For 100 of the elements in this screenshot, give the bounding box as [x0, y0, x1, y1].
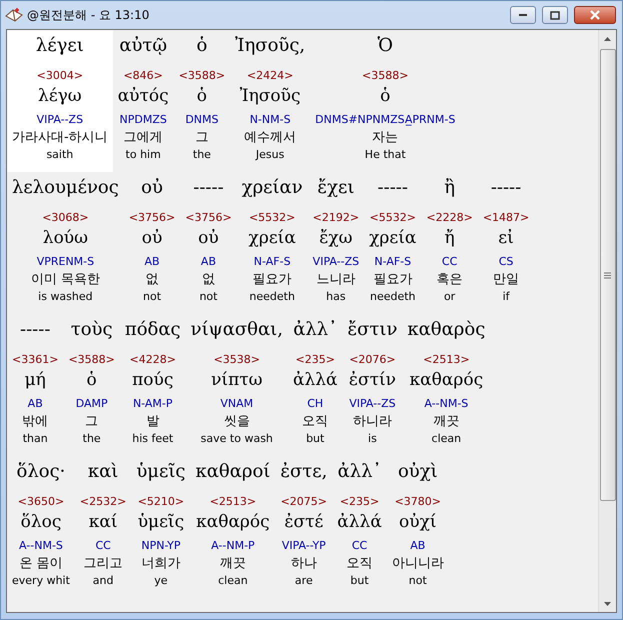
word-block[interactable]: ὅλος· <3650> ὅλος A--NM-S 온 몸이 every whit [7, 456, 75, 598]
english-gloss: but [306, 431, 324, 447]
korean-gloss: 오직 [346, 555, 373, 573]
greek-word: Ἰησοῦς, [235, 34, 306, 58]
strongs-number: <3588> [362, 68, 408, 83]
english-gloss: Jesus [256, 147, 284, 163]
english-gloss: save to wash [200, 431, 273, 447]
word-block[interactable]: ἀλλ᾽ <235> ἀλλά CH 오직 but [288, 314, 342, 456]
word-block[interactable]: Ὁ <3588> ὁ DNMS#NPNMZSA̲PRNM-S 자는 He that [310, 30, 460, 172]
korean-gloss: 필요가 [252, 271, 292, 289]
english-gloss: the [192, 147, 211, 163]
strongs-number: <3588> [178, 68, 226, 83]
word-block[interactable]: ἔστιν <2076> ἐστίν VIPA--ZS 하니라 is [342, 314, 402, 456]
word-block[interactable]: οὐ <3756> οὐ AB 없 not [124, 172, 180, 314]
korean-gloss: 오직 [302, 413, 328, 431]
word-block[interactable]: οὐχὶ <3780> οὐχί AB 아니니라 not [386, 456, 449, 598]
strongs-number: <235> [296, 352, 335, 367]
morphology-code: N-NM-S [250, 112, 291, 128]
korean-gloss: 발 [146, 413, 160, 431]
lemma: λούω [42, 227, 88, 250]
word-block[interactable]: ἐστε, <2075> ἐστέ VIPA--YP 하나 are [275, 456, 332, 598]
morphology-code: CC [442, 254, 458, 270]
strongs-number: <2424> [246, 68, 294, 83]
korean-gloss: 혹은 [436, 271, 463, 289]
english-gloss: if [502, 289, 510, 305]
greek-word: οὐχὶ [398, 460, 438, 484]
scrollbar[interactable] [598, 30, 616, 612]
greek-word: ----- [490, 176, 522, 200]
lemma: ὅλος [20, 511, 62, 534]
word-block[interactable]: ὁ <3588> ὁ DNMS 그 the [174, 30, 230, 172]
greek-word: ἔστιν [347, 318, 398, 342]
korean-gloss: 온 몸이 [19, 555, 63, 573]
close-button[interactable] [574, 6, 616, 24]
word-block[interactable]: καθαρὸς <2513> καθαρός A--NM-S 깨끗 clean [402, 314, 490, 456]
korean-gloss: 느니라 [316, 271, 356, 289]
english-gloss: is washed [38, 289, 93, 305]
english-gloss: than [22, 431, 48, 447]
greek-word: ἢ [444, 176, 455, 200]
korean-gloss: 만일 [493, 271, 520, 289]
greek-word: ὁ [196, 34, 208, 58]
word-block[interactable]: ----- <1487> εἰ CS 만일 if [478, 172, 534, 314]
lemma: νίπτω [211, 369, 263, 392]
maximize-button[interactable] [542, 6, 568, 24]
english-gloss: are [294, 573, 313, 589]
word-block[interactable]: Ἰησοῦς, <2424> Ἰησοῦς N-NM-S 예수께서 Jesus [230, 30, 310, 172]
english-gloss: is [368, 431, 377, 447]
greek-word: χρείαν [242, 176, 303, 200]
greek-word: ὅλος· [16, 460, 66, 484]
english-gloss: saith [46, 147, 74, 163]
word-block[interactable]: ἀλλ᾽ <235> ἀλλά CC 오직 but [332, 456, 387, 598]
greek-word: ἔχει [317, 176, 354, 200]
strongs-number: <1487> [482, 210, 530, 225]
morphology-code: CH [307, 396, 324, 412]
word-block[interactable]: καὶ <2532> καί CC 그리고 and [74, 456, 132, 598]
english-gloss: ye [154, 573, 168, 589]
strongs-number: <3650> [18, 494, 64, 509]
word-block[interactable]: νίψασθαι, <3538> νίπτω VNAM 씻을 save to wash [186, 314, 288, 456]
lemma: ἀλλά [292, 369, 338, 392]
lemma: Ἰησοῦς [240, 85, 301, 108]
morphology-code: A--NM-S [424, 396, 468, 412]
word-block[interactable]: ὑμεῖς <5210> ὑμεῖς NPN-YP 너희가 ye [131, 456, 190, 598]
greek-word: ἀλλ᾽ [338, 460, 382, 484]
greek-word: ὑμεῖς [136, 460, 186, 484]
lemma: οὐ [198, 227, 219, 250]
word-block[interactable]: αὐτῷ <846> αὐτός NPDMZS 그에게 to him [112, 30, 174, 172]
word-block[interactable]: ----- <3756> οὐ AB 없 not [180, 172, 237, 314]
lemma: λέγω [38, 85, 82, 108]
greek-word: λελουμένος [12, 176, 119, 200]
word-block[interactable]: τοὺς <3588> ὁ DAMP 그 the [63, 314, 120, 456]
morphology-code: VNAM [220, 396, 254, 412]
morphology-code: VIPA--ZS [312, 254, 360, 270]
english-gloss: needeth [370, 289, 416, 305]
morphology-code: CC [352, 538, 368, 554]
word-block[interactable]: ἢ <2228> ἤ CC 혹은 or [421, 172, 478, 314]
korean-gloss: 자는 [372, 129, 398, 147]
word-block[interactable]: λελουμένος <3068> λούω VPRENM-S 이미 목욕한 is washed [7, 172, 124, 314]
word-block[interactable]: ἔχει <2192> ἔχω VIPA--ZS 느니라 has [308, 172, 364, 314]
lemma: ἐστίν [348, 369, 396, 392]
morphology-code: VIPA--ZS [36, 112, 84, 128]
morphology-code: A--NM-P [211, 538, 255, 554]
word-block[interactable]: ----- <5532> χρεία N-AF-S 필요가 needeth [364, 172, 422, 314]
greek-word: καθαρὸς [407, 318, 486, 342]
word-block[interactable]: χρείαν <5532> χρεία N-AF-S 필요가 needeth [236, 172, 308, 314]
korean-gloss: 그에게 [124, 129, 163, 147]
book-icon [5, 7, 23, 23]
word-block[interactable]: ----- <3361> μή AB 밖에 than [7, 314, 64, 456]
minimize-button[interactable] [510, 6, 536, 24]
morphology-code: CC [95, 538, 111, 554]
strongs-number: <3068> [42, 210, 89, 225]
greek-word: αὐτῷ [119, 34, 168, 58]
word-block[interactable]: πόδας <4228> πούς N-AM-P 발 his feet [120, 314, 186, 456]
morphology-code: VIPA--YP [282, 538, 326, 554]
korean-gloss: 없 [146, 271, 159, 289]
scroll-thumb[interactable] [600, 49, 616, 501]
english-gloss: every whit [12, 573, 70, 589]
korean-gloss: 그 [195, 129, 208, 147]
word-block[interactable]: λέγει <3004> λέγω VIPA--ZS 가라사대-하시니 saith [7, 30, 113, 172]
maximize-icon [550, 10, 560, 20]
greek-word: πόδας [124, 318, 181, 342]
word-block[interactable]: καθαροί <2513> καθαρός A--NM-P 깨끗 clean [190, 456, 276, 598]
